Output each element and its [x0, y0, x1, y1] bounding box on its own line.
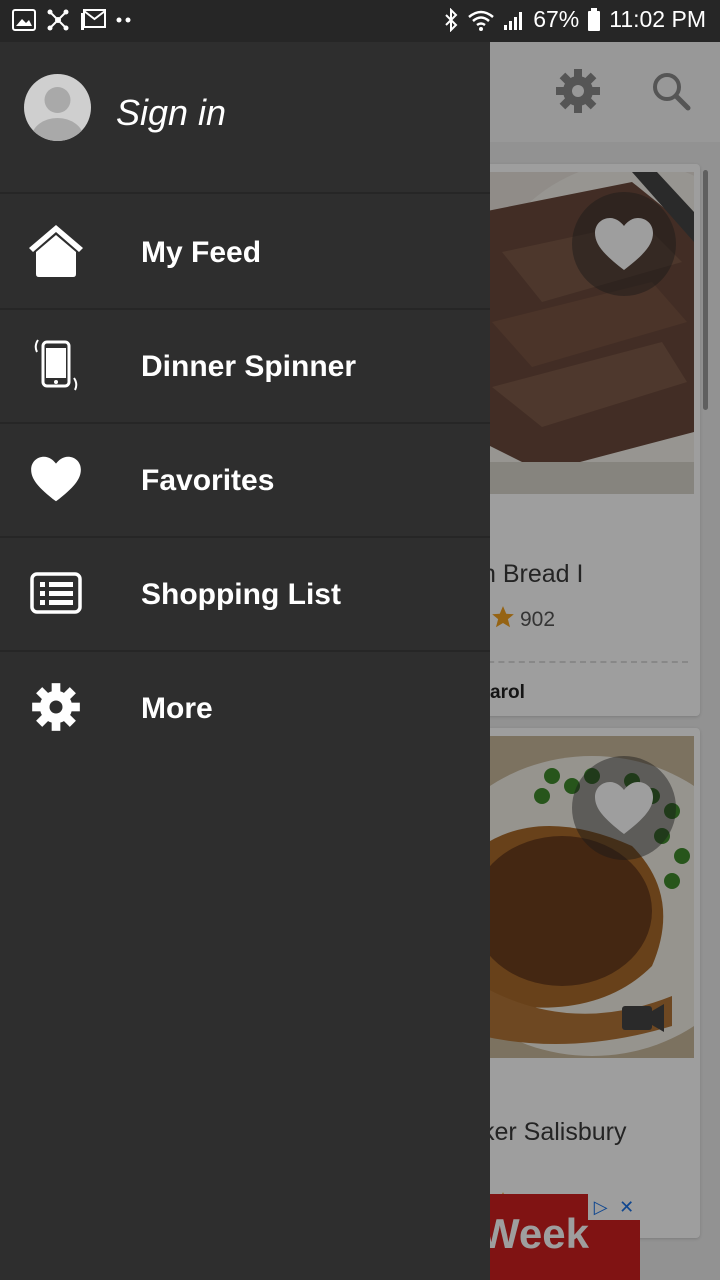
navigation-drawer: Sign in My Feed Dinner Spinner Favorites…: [0, 42, 490, 1280]
bluetooth-icon: [443, 7, 459, 32]
sign-in-link[interactable]: Sign in: [116, 92, 226, 134]
menu-item-favorites[interactable]: Favorites: [0, 424, 490, 538]
battery-icon: [587, 7, 601, 32]
status-bar: 67% 11:02 PM: [0, 0, 720, 42]
menu-item-label: Shopping List: [141, 578, 341, 611]
avatar[interactable]: [24, 74, 91, 141]
drawer-header[interactable]: Sign in: [0, 42, 490, 194]
menu-item-more[interactable]: More: [0, 652, 490, 766]
clock: 11:02 PM: [609, 6, 706, 32]
battery-percent: 67%: [533, 6, 580, 32]
menu-item-label: Favorites: [141, 464, 275, 497]
menu-item-label: My Feed: [141, 236, 262, 269]
gallery-icon: [12, 9, 36, 31]
menu-item-label: More: [141, 692, 213, 725]
heart-icon: [26, 446, 86, 512]
gear-icon: [26, 674, 86, 740]
phone-shake-icon: [26, 332, 86, 398]
wifi-icon: [467, 9, 495, 31]
menu-item-dinner-spinner[interactable]: Dinner Spinner: [0, 310, 490, 424]
network-share-icon: [46, 8, 70, 32]
gmail-icon: [80, 9, 106, 31]
menu-item-my-feed[interactable]: My Feed: [0, 196, 490, 310]
signal-icon: [503, 9, 525, 31]
more-notifications-icon: [116, 17, 132, 23]
menu-item-shopping-list[interactable]: Shopping List: [0, 538, 490, 652]
menu-item-label: Dinner Spinner: [141, 350, 357, 383]
home-icon: [26, 218, 86, 284]
list-icon: [26, 560, 86, 626]
